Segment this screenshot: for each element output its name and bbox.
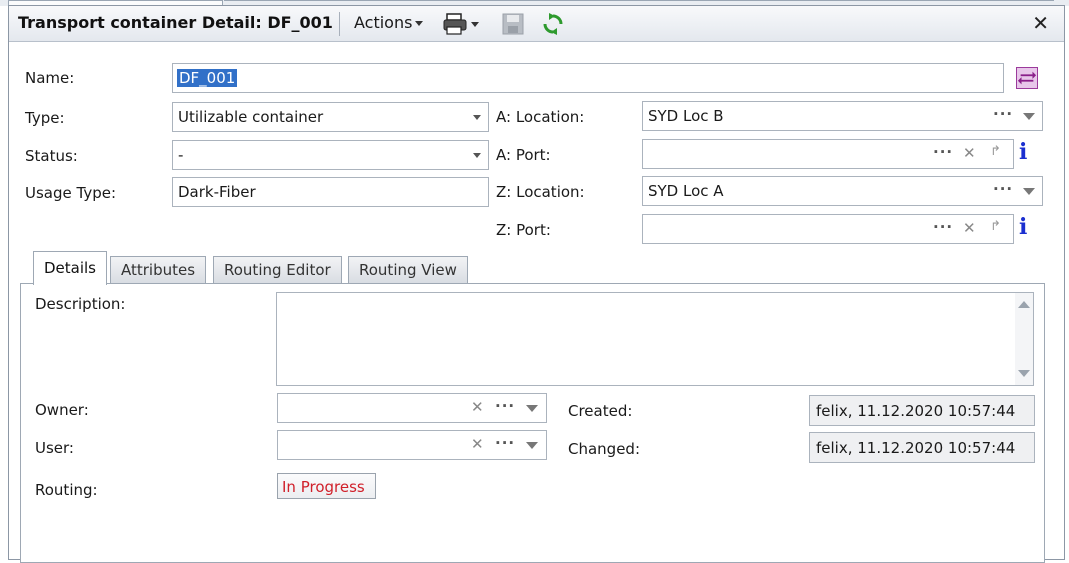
a-location-label: A: Location: (496, 108, 585, 126)
more-icon[interactable]: ··· (495, 397, 515, 415)
changed-label: Changed: (568, 440, 641, 458)
name-field[interactable]: DF_001 (172, 63, 1004, 93)
z-location-label: Z: Location: (496, 183, 585, 201)
name-label: Name: (25, 69, 75, 87)
more-icon[interactable]: ··· (993, 105, 1013, 123)
type-label: Type: (25, 109, 65, 127)
changed-value: felix, 11.12.2020 10:57:44 (816, 439, 1016, 457)
z-port-label: Z: Port: (496, 221, 551, 239)
usage-type-value: Dark-Fiber (178, 183, 256, 201)
user-field[interactable]: ✕ ··· (277, 430, 547, 460)
more-icon[interactable]: ··· (933, 218, 953, 236)
owner-label: Owner: (35, 401, 89, 419)
clear-icon[interactable]: ✕ (471, 398, 484, 416)
status-value: - (178, 146, 184, 164)
navigate-icon[interactable]: ↱ (990, 144, 1001, 159)
tab-routing-editor[interactable]: Routing Editor (213, 256, 342, 284)
navigate-icon[interactable]: ↱ (990, 219, 1001, 234)
owner-field[interactable]: ✕ ··· (277, 393, 547, 423)
chevron-down-icon (415, 21, 424, 26)
chevron-down-icon (473, 153, 481, 158)
window-title: Transport container Detail: DF_001 (18, 13, 333, 32)
a-location-value: SYD Loc B (648, 107, 724, 125)
name-value: DF_001 (177, 69, 238, 87)
a-port-label: A: Port: (496, 146, 551, 164)
info-icon[interactable]: i (1019, 139, 1027, 165)
z-port-field[interactable]: ··· ✕ ↱ (642, 214, 1014, 244)
a-port-field[interactable]: ··· ✕ ↱ (642, 139, 1014, 169)
type-value: Utilizable container (178, 108, 324, 126)
more-icon[interactable]: ··· (495, 434, 515, 452)
usage-type-label: Usage Type: (25, 184, 117, 202)
toolbar-separator (339, 12, 340, 36)
user-label: User: (35, 439, 74, 457)
type-select[interactable]: Utilizable container (172, 102, 489, 132)
tab-routing-view[interactable]: Routing View (348, 256, 468, 284)
save-icon[interactable] (501, 12, 525, 36)
clear-icon[interactable]: ✕ (963, 144, 976, 162)
description-label: Description: (35, 295, 126, 313)
more-icon[interactable]: ··· (993, 180, 1013, 198)
chevron-down-icon (473, 115, 481, 120)
chevron-down-icon[interactable] (526, 405, 538, 412)
z-location-value: SYD Loc A (648, 182, 724, 200)
clear-icon[interactable]: ✕ (471, 435, 484, 453)
actions-menu-button[interactable]: Actions (354, 13, 424, 32)
routing-status-button[interactable]: In Progress (277, 473, 376, 499)
created-value: felix, 11.12.2020 10:57:44 (816, 402, 1016, 420)
info-icon[interactable]: i (1019, 214, 1027, 240)
created-field: felix, 11.12.2020 10:57:44 (809, 395, 1035, 426)
clear-icon[interactable]: ✕ (963, 219, 976, 237)
refresh-icon[interactable] (541, 12, 565, 36)
chevron-down-icon[interactable] (1023, 188, 1035, 195)
title-bar: Transport container Detail: DF_001 Actio… (9, 6, 1064, 42)
routing-label: Routing: (35, 481, 98, 499)
scroll-down-icon[interactable] (1018, 370, 1030, 377)
a-location-field[interactable]: SYD Loc B ··· (642, 101, 1043, 131)
chevron-down-icon[interactable] (526, 442, 538, 449)
swap-icon[interactable] (1016, 67, 1038, 89)
more-icon[interactable]: ··· (933, 143, 953, 161)
close-icon[interactable]: ✕ (1032, 11, 1049, 35)
status-label: Status: (25, 147, 78, 165)
actions-label: Actions (354, 13, 413, 32)
scroll-up-icon[interactable] (1018, 301, 1030, 308)
created-label: Created: (568, 402, 633, 420)
usage-type-field[interactable]: Dark-Fiber (172, 177, 489, 207)
tab-details[interactable]: Details (33, 251, 108, 285)
changed-field: felix, 11.12.2020 10:57:44 (809, 432, 1035, 463)
description-textarea[interactable] (276, 292, 1034, 386)
z-location-field[interactable]: SYD Loc A ··· (642, 176, 1043, 206)
status-select[interactable]: - (172, 140, 489, 170)
print-icon[interactable] (443, 12, 485, 36)
chevron-down-icon[interactable] (1023, 113, 1035, 120)
tab-attributes[interactable]: Attributes (110, 256, 207, 284)
description-scrollbar[interactable] (1015, 293, 1033, 385)
